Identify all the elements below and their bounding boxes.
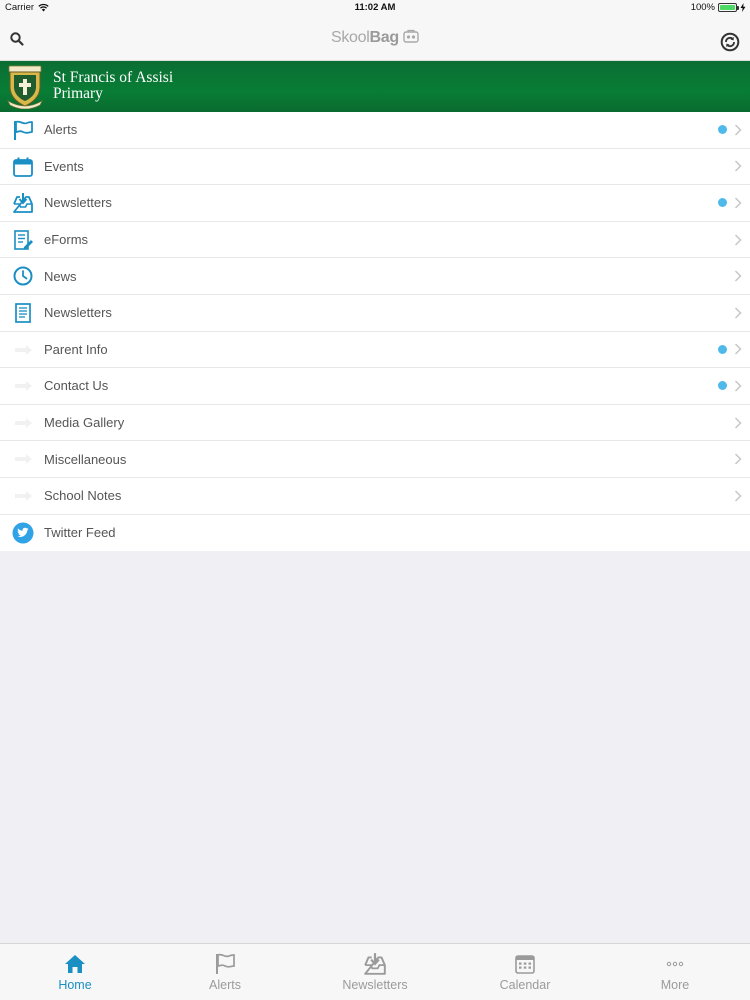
menu-item-label: School Notes [44, 488, 122, 504]
menu-item-label: Contact Us [44, 378, 109, 394]
menu-item-label: Events [44, 158, 84, 174]
chevron-right-icon [734, 270, 742, 282]
chevron-right-icon [734, 197, 742, 209]
chevron-right-icon [734, 490, 742, 502]
menu-item-school-notes[interactable]: School Notes [0, 478, 750, 515]
inbox-download-icon [12, 192, 34, 214]
chevron-right-icon [734, 343, 742, 355]
battery-indicator: 100% [691, 2, 746, 13]
arrow-placeholder-icon [12, 375, 34, 397]
chevron-right-icon [734, 234, 742, 246]
school-name-line1: St Francis of Assisi [53, 69, 174, 86]
app-logo: SkoolBag [0, 29, 750, 47]
arrow-placeholder-icon [12, 412, 34, 434]
chevron-right-icon [734, 417, 742, 429]
menu-list: Alerts Events Newsletters eForms News Ne… [0, 112, 750, 552]
document-icon [12, 302, 34, 324]
unread-dot [718, 344, 727, 354]
menu-item-label: Miscellaneous [44, 451, 127, 467]
menu-item-label: Parent Info [44, 341, 108, 357]
flag-icon [213, 952, 237, 976]
battery-icon [718, 3, 739, 12]
arrow-placeholder-icon [12, 339, 34, 361]
nav-bar: SkoolBag [0, 16, 750, 61]
unread-dot [718, 125, 727, 135]
menu-item-label: eForms [44, 232, 89, 248]
menu-item-parent-info[interactable]: Parent Info [0, 332, 750, 369]
twitter-bird-icon [12, 522, 34, 544]
chevron-right-icon [734, 307, 742, 319]
menu-item-label: Twitter Feed [44, 525, 116, 541]
brand-light-text: Skool [330, 29, 370, 46]
unread-dot [718, 198, 727, 208]
unread-dot [718, 381, 727, 391]
clock-icon [12, 265, 34, 287]
chevron-right-icon [734, 124, 742, 136]
more-dots-icon [663, 952, 687, 976]
calendar-icon [513, 952, 537, 976]
status-bar: Carrier 11:02 AM 100% [0, 0, 750, 16]
tab-label: More [660, 978, 690, 992]
menu-item-label: Newsletters [44, 195, 112, 211]
sync-icon[interactable] [720, 32, 740, 52]
tab-calendar[interactable]: Calendar [450, 944, 600, 1000]
status-time: 11:02 AM [354, 2, 396, 13]
charging-bolt-icon [740, 3, 746, 12]
menu-item-alerts[interactable]: Alerts [0, 112, 750, 149]
menu-item-media-gallery[interactable]: Media Gallery [0, 405, 750, 442]
chevron-right-icon [734, 453, 742, 465]
menu-item-label: News [44, 268, 77, 284]
home-icon [63, 952, 87, 976]
tab-more[interactable]: More [600, 944, 750, 1000]
menu-item-twitter-feed[interactable]: Twitter Feed [0, 515, 750, 552]
school-name: St Francis of Assisi Primary [53, 70, 173, 102]
school-crest-icon [7, 65, 43, 109]
tab-label: Alerts [209, 978, 241, 992]
brand-bold-text: Bag [369, 29, 400, 46]
school-name-line2: Primary [53, 85, 103, 102]
skoolbag-logo-icon [403, 29, 419, 43]
menu-item-label: Alerts [44, 122, 78, 138]
menu-item-label: Newsletters [44, 305, 112, 321]
chevron-right-icon [734, 160, 742, 172]
flag-icon [12, 119, 34, 141]
chevron-right-icon [734, 380, 742, 392]
battery-percent: 100% [690, 2, 715, 13]
menu-item-newsletters-2[interactable]: Newsletters [0, 295, 750, 332]
arrow-placeholder-icon [12, 485, 34, 507]
tab-label: Home [58, 978, 92, 992]
menu-item-newsletters[interactable]: Newsletters [0, 185, 750, 222]
menu-item-miscellaneous[interactable]: Miscellaneous [0, 441, 750, 478]
tab-alerts[interactable]: Alerts [150, 944, 300, 1000]
menu-item-label: Media Gallery [44, 415, 125, 431]
inbox-download-icon [363, 952, 387, 976]
school-banner: St Francis of Assisi Primary [0, 61, 750, 112]
tab-label: Calendar [499, 978, 551, 992]
tab-label: Newsletters [342, 978, 408, 992]
menu-item-news[interactable]: News [0, 258, 750, 295]
tab-bar: Home Alerts Newsletters Calendar More [0, 943, 750, 1000]
form-edit-icon [12, 229, 34, 251]
arrow-placeholder-icon [12, 448, 34, 470]
tab-newsletters[interactable]: Newsletters [300, 944, 450, 1000]
menu-item-eforms[interactable]: eForms [0, 222, 750, 259]
menu-item-contact-us[interactable]: Contact Us [0, 368, 750, 405]
tab-home[interactable]: Home [0, 944, 150, 1000]
calendar-icon [12, 156, 34, 178]
menu-item-events[interactable]: Events [0, 149, 750, 186]
